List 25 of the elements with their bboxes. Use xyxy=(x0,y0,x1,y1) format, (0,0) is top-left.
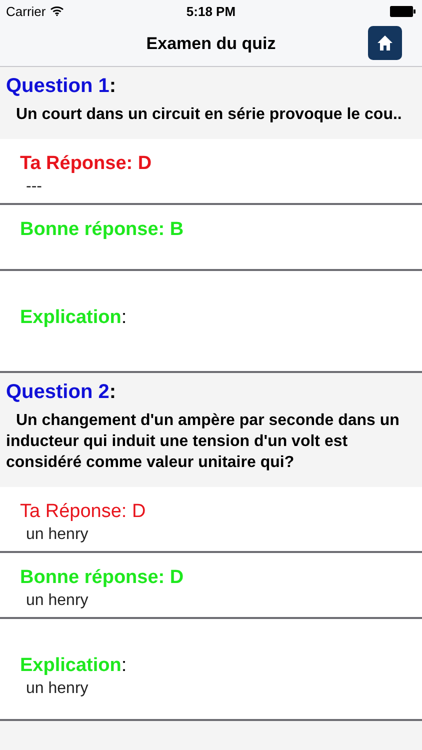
question-label: Question 2 xyxy=(6,381,110,404)
answer-value: un henry xyxy=(26,592,90,610)
home-icon xyxy=(376,34,394,52)
colon: : xyxy=(121,307,127,329)
question-text: Un court dans un circuit en série provoque le cou.. xyxy=(15,105,403,125)
answer-label: Bonne réponse: D xyxy=(20,567,184,589)
answer-value: un henry xyxy=(26,526,90,544)
answer-label: Ta Réponse: D xyxy=(20,153,152,175)
home-button[interactable] xyxy=(368,26,402,60)
colon: : xyxy=(121,655,127,677)
colon: : xyxy=(109,75,116,98)
answer-label: Explication xyxy=(20,307,122,329)
colon: : xyxy=(109,381,116,404)
wifi-icon xyxy=(50,6,64,16)
answer-label: Ta Réponse: D xyxy=(20,501,146,523)
carrier-label: Carrier xyxy=(6,4,46,18)
battery-icon xyxy=(390,6,416,16)
nav-title: Examen du quiz xyxy=(146,34,276,54)
answer-value: --- xyxy=(26,178,43,196)
question-text: Un changement d'un ampère par seconde dans un inducteur qui induit une tension d'un volt est considéré comme valeur unitaire qui? xyxy=(6,411,400,473)
answer-label: Explication xyxy=(20,655,122,677)
answer-label: Bonne réponse: B xyxy=(20,219,184,241)
answer-value: un henry xyxy=(26,680,90,698)
question-label: Question 1 xyxy=(6,75,110,98)
status-time: 5:18 PM xyxy=(186,4,236,18)
